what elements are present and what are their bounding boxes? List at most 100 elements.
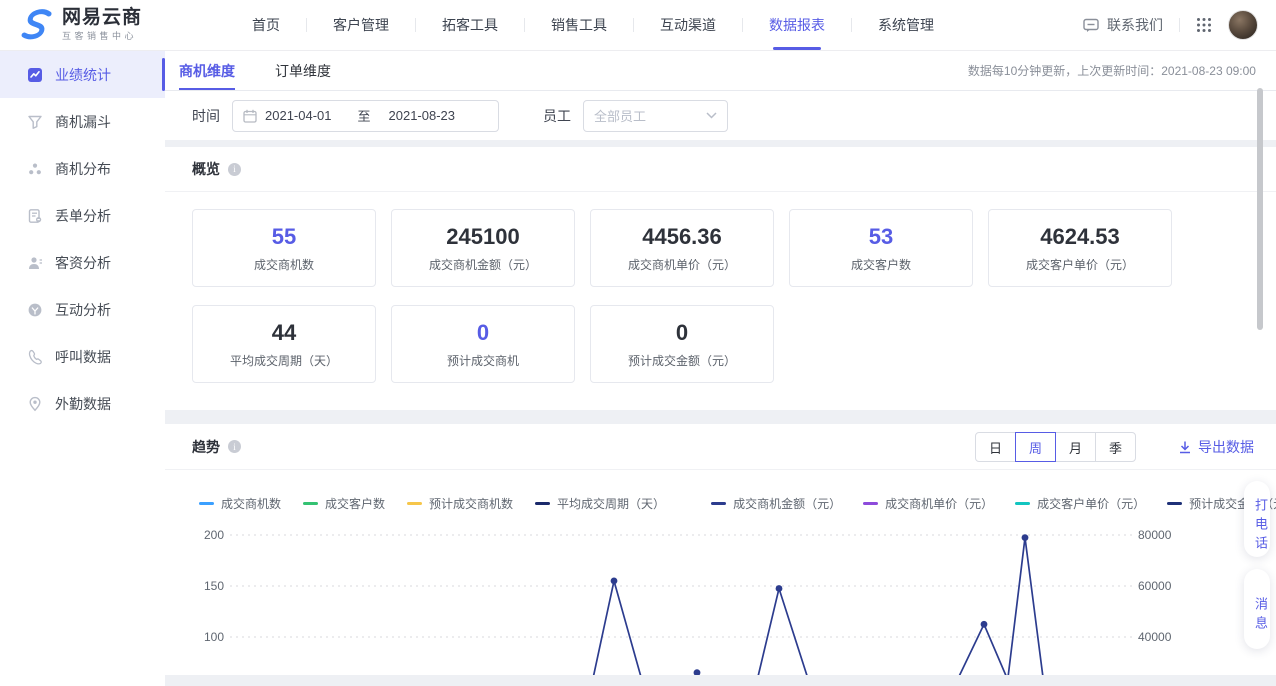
- sidebar-item-lost-order-analysis[interactable]: 丢单分析: [0, 192, 165, 239]
- left-axis-tick: 200: [192, 528, 224, 542]
- overview-title: 概览: [192, 159, 220, 179]
- legend-item[interactable]: 成交商机金额（元）: [711, 495, 841, 512]
- right-axis-tick: 40000: [1138, 630, 1170, 644]
- stat-card: 0预计成交商机: [391, 305, 575, 383]
- date-range-picker[interactable]: 2021-04-01 至 2021-08-23: [232, 100, 499, 132]
- tab-label: 订单维度: [275, 61, 331, 81]
- opportunity-distribution-icon: [27, 161, 43, 177]
- opportunity-funnel-icon: [27, 114, 43, 130]
- nav-item-interaction-channels[interactable]: 互动渠道: [634, 0, 742, 50]
- contact-us-button[interactable]: 联系我们: [1083, 15, 1163, 35]
- legend-swatch: [199, 502, 214, 505]
- legend-label: 成交商机数: [221, 495, 281, 512]
- stat-card: 0预计成交金额（元）: [590, 305, 774, 383]
- nav-item-data-reports[interactable]: 数据报表: [743, 0, 851, 50]
- legend-item[interactable]: 成交商机单价（元）: [863, 495, 993, 512]
- nav-item-customer-management[interactable]: 客户管理: [307, 0, 415, 50]
- chat-bubble-icon: [1083, 18, 1100, 33]
- stat-label: 平均成交周期（天）: [230, 352, 338, 369]
- nav-item-system-management[interactable]: 系统管理: [852, 0, 960, 50]
- user-avatar[interactable]: [1228, 10, 1258, 40]
- tab-order-dimension[interactable]: 订单维度: [275, 51, 331, 90]
- legend-item[interactable]: 成交客户单价（元）: [1015, 495, 1145, 512]
- stat-value: 0: [477, 320, 489, 346]
- lost-order-analysis-icon: [27, 208, 43, 224]
- nav-item-sales-tools[interactable]: 销售工具: [525, 0, 633, 50]
- interaction-analysis-icon: [27, 302, 43, 318]
- stat-value: 4456.36: [642, 224, 722, 250]
- sidebar-item-performance-stats[interactable]: 业绩统计: [0, 51, 165, 98]
- section-divider: [165, 410, 1276, 424]
- info-icon[interactable]: i: [228, 440, 241, 453]
- stat-value: 55: [272, 224, 296, 250]
- sidebar-item-label: 丢单分析: [55, 206, 111, 226]
- left-axis-tick: 150: [192, 579, 224, 593]
- message-button[interactable]: 消息: [1244, 569, 1270, 649]
- granularity-button-季[interactable]: 季: [1095, 432, 1136, 462]
- stat-card: 245100成交商机金额（元）: [391, 209, 575, 287]
- section-divider: [165, 140, 1276, 147]
- stat-label: 成交商机单价（元）: [628, 256, 736, 273]
- data-point: [776, 585, 783, 592]
- sidebar-item-opportunity-distribution[interactable]: 商机分布: [0, 145, 165, 192]
- brand-subtitle: 互客销售中心: [62, 29, 142, 42]
- field-data-icon: [27, 396, 43, 412]
- granularity-button-周[interactable]: 周: [1015, 432, 1056, 462]
- make-call-button[interactable]: 打电话: [1244, 481, 1270, 557]
- brand-logo: 网易云商 互客销售中心: [18, 7, 208, 43]
- info-icon[interactable]: i: [228, 163, 241, 176]
- download-icon: [1178, 440, 1192, 454]
- sidebar-item-label: 外勤数据: [55, 394, 111, 414]
- nav-item-home[interactable]: 首页: [226, 0, 306, 50]
- stat-value: 53: [869, 224, 893, 250]
- employee-filter-label: 员工: [543, 106, 571, 126]
- legend-item[interactable]: 预计成交商机数: [407, 495, 513, 512]
- employee-select[interactable]: 全部员工: [583, 100, 728, 132]
- date-start-value[interactable]: 2021-04-01: [265, 108, 332, 123]
- app-grid-icon[interactable]: [1196, 17, 1212, 33]
- export-data-label: 导出数据: [1198, 437, 1254, 457]
- sidebar-item-interaction-analysis[interactable]: 互动分析: [0, 286, 165, 333]
- legend-item[interactable]: 平均成交周期（天）: [535, 495, 665, 512]
- legend-swatch: [303, 502, 318, 505]
- top-navbar: 网易云商 互客销售中心 首页客户管理拓客工具销售工具互动渠道数据报表系统管理 联…: [0, 0, 1276, 51]
- granularity-button-月[interactable]: 月: [1055, 432, 1096, 462]
- chart-legend: 成交商机数 成交客户数 预计成交商机数 平均成交周期（天） 成交商机金额（元） 成交商机单…: [199, 495, 1246, 512]
- chart-line: [675, 624, 1020, 675]
- date-end-value[interactable]: 2021-08-23: [389, 108, 456, 123]
- stat-value: 0: [676, 320, 688, 346]
- trend-chart: 200800001506000010040000: [192, 528, 1212, 675]
- legend-swatch: [863, 502, 878, 505]
- time-filter-label: 时间: [192, 106, 220, 126]
- nav-item-prospecting-tools[interactable]: 拓客工具: [416, 0, 524, 50]
- sidebar-item-customer-analysis[interactable]: 客资分析: [0, 239, 165, 286]
- export-data-button[interactable]: 导出数据: [1178, 437, 1254, 457]
- sidebar-item-field-data[interactable]: 外勤数据: [0, 380, 165, 427]
- stat-card: 53成交客户数: [789, 209, 973, 287]
- navbar-right: 联系我们: [1083, 10, 1258, 40]
- legend-label: 预计成交商机数: [429, 495, 513, 512]
- stat-card: 55 成交商机数: [192, 209, 376, 287]
- brand-logo-icon: [18, 7, 54, 43]
- tab-opportunity-dimension[interactable]: 商机维度: [179, 51, 235, 90]
- legend-swatch: [535, 502, 550, 505]
- stat-value: 44: [272, 320, 296, 346]
- sidebar-item-opportunity-funnel[interactable]: 商机漏斗: [0, 98, 165, 145]
- brand-name: 网易云商: [62, 8, 142, 28]
- scrollbar-thumb[interactable]: [1257, 88, 1263, 330]
- call-data-icon: [27, 349, 43, 365]
- main-content: 商机维度 订单维度 数据每10分钟更新，上次更新时间：2021-08-23 09…: [165, 51, 1276, 686]
- sidebar-item-label: 客资分析: [55, 253, 111, 273]
- sidebar-item-call-data[interactable]: 呼叫数据: [0, 333, 165, 380]
- granularity-button-日[interactable]: 日: [975, 432, 1016, 462]
- chevron-down-icon: [706, 112, 717, 119]
- stat-label: 成交商机数: [254, 256, 314, 273]
- legend-item[interactable]: 成交客户数: [303, 495, 385, 512]
- chart-line: [586, 538, 1048, 675]
- stat-label: 成交客户单价（元）: [1026, 256, 1134, 273]
- stat-value: 245100: [446, 224, 519, 250]
- legend-item[interactable]: 成交商机数: [199, 495, 281, 512]
- dimension-tabs-row: 商机维度 订单维度 数据每10分钟更新，上次更新时间：2021-08-23 09…: [165, 51, 1276, 91]
- data-point: [611, 578, 618, 585]
- data-point: [981, 621, 988, 628]
